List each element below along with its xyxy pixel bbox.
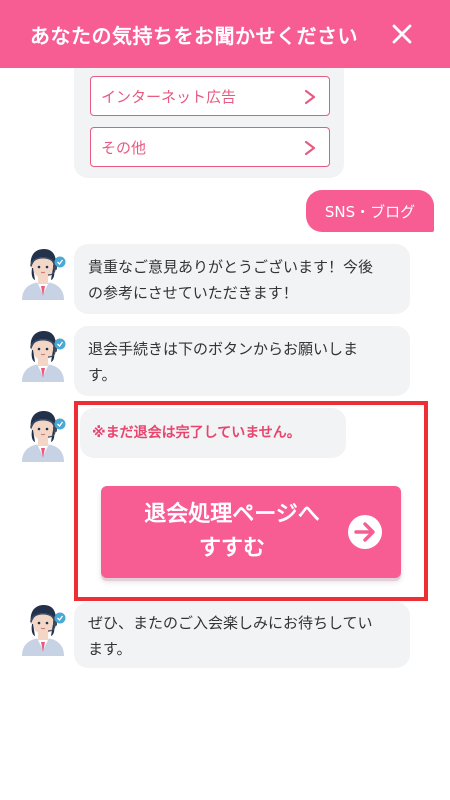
proceed-unsubscribe-button[interactable]: 退会処理ページへ すすむ [101,486,401,578]
arrow-right-circle-icon [348,515,382,549]
message-line: 貴重なご意見ありがとうございます！今後 [88,258,374,276]
message-line: す。 [88,366,117,384]
message-line: 退会手続きは下のボタンからお願いしま [88,340,359,358]
header-title: あなたの気持ちをお聞かせください [30,23,358,48]
user-reply-text: SNS・ブログ [324,202,416,221]
option-internet-ad-button[interactable]: インターネット広告 [90,76,330,116]
chevron-right-icon [304,140,316,156]
operator-avatar-icon [18,406,68,462]
cta-line: すすむ [198,536,265,561]
header-bar: あなたの気持ちをお聞かせください [0,0,450,68]
user-reply-bubble: SNS・ブログ [306,190,434,232]
message-line: ぜひ、またのご入会楽しみにお待ちしてい [88,614,373,632]
bot-message-bubble: 貴重なご意見ありがとうございます！今後 の参考にさせていただきます！ [74,244,410,314]
message-line: ます。 [88,640,132,658]
cta-line: 退会処理ページへ [144,502,320,527]
chevron-right-icon [304,89,316,105]
option-label: その他 [101,138,147,157]
operator-avatar-icon [18,600,68,656]
cta-label: 退会処理ページへ すすむ [117,498,347,566]
message-line: の参考にさせていただきます！ [88,284,298,302]
option-other-button[interactable]: その他 [90,127,330,167]
operator-avatar-icon [18,244,68,300]
option-label: インターネット広告 [101,87,237,106]
bot-message-bubble: ぜひ、またのご入会楽しみにお待ちしてい ます。 [74,602,410,668]
bot-message-bubble: 退会手続きは下のボタンからお願いしま す。 [74,326,410,396]
close-icon[interactable] [390,22,414,46]
operator-avatar-icon [18,326,68,382]
